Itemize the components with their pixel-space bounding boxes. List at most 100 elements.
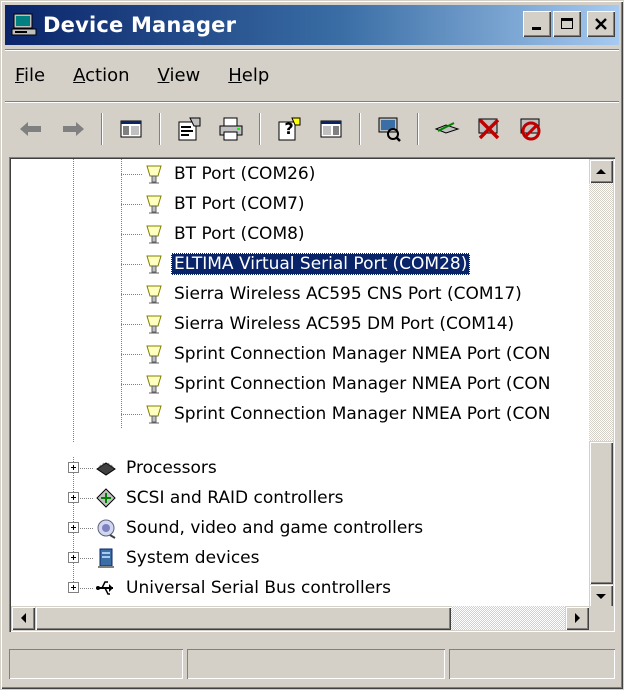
print-button[interactable] xyxy=(215,113,247,145)
uninstall-icon xyxy=(478,118,500,140)
tree-category-scsi[interactable]: SCSI and RAID controllers xyxy=(95,483,346,513)
port-label: Sprint Connection Manager NMEA Port (CON xyxy=(174,374,551,394)
port-label: BT Port (COM26) xyxy=(174,164,316,184)
back-button[interactable] xyxy=(15,113,47,145)
usb-icon xyxy=(96,581,113,595)
show-hide-console-tree-button[interactable] xyxy=(115,113,147,145)
arrow-up-icon xyxy=(596,168,606,174)
help-icon: ? xyxy=(278,117,301,141)
tree-item-port[interactable]: Sierra Wireless AC595 DM Port (COM14) xyxy=(143,309,517,339)
port-connector-icon xyxy=(146,255,162,274)
device-tree-view[interactable]: BT Port (COM26) BT Port (COM7) BT Port (… xyxy=(9,157,615,632)
menu-bar: File Action View Help xyxy=(5,53,619,97)
scroll-left-button[interactable] xyxy=(11,606,35,630)
tree-item-port[interactable]: BT Port (COM7) xyxy=(143,189,308,219)
properties-icon xyxy=(178,117,201,141)
category-label: SCSI and RAID controllers xyxy=(126,488,344,508)
port-label: Sprint Connection Manager NMEA Port (CON xyxy=(174,404,551,424)
update-driver-button[interactable] xyxy=(431,113,463,145)
help-button[interactable]: ? xyxy=(273,113,305,145)
expand-system-devices-button[interactable] xyxy=(68,552,79,563)
tree-content: BT Port (COM26) BT Port (COM7) BT Port (… xyxy=(11,159,589,608)
disable-device-icon xyxy=(520,118,541,141)
device-manager-window: Device Manager File Action View Help ? B… xyxy=(0,0,624,690)
scan-hardware-changes-icon xyxy=(378,117,401,142)
expand-scsi-button[interactable] xyxy=(68,492,79,503)
tree-category-system-devices[interactable]: System devices xyxy=(95,543,263,573)
scan-hardware-changes-button[interactable] xyxy=(373,113,405,145)
forward-button[interactable] xyxy=(57,113,89,145)
status-pane-1 xyxy=(9,649,183,679)
menu-help[interactable]: Help xyxy=(214,65,283,86)
category-label: System devices xyxy=(126,548,260,568)
svg-text:?: ? xyxy=(284,119,293,138)
tree-item-port[interactable]: BT Port (COM8) xyxy=(143,219,308,249)
port-label: Sprint Connection Manager NMEA Port (CON xyxy=(174,344,551,364)
tree-item-port[interactable]: Sierra Wireless AC595 CNS Port (COM17) xyxy=(143,279,525,309)
port-connector-icon xyxy=(146,345,162,364)
port-label: BT Port (COM7) xyxy=(174,194,305,214)
port-connector-icon xyxy=(146,285,162,304)
status-bar xyxy=(5,645,619,683)
vertical-scrollbar[interactable] xyxy=(589,159,613,608)
close-icon xyxy=(595,18,607,30)
toolbar: ? xyxy=(5,105,619,153)
tree-category-sound[interactable]: Sound, video and game controllers xyxy=(95,513,426,543)
forward-arrow-icon xyxy=(63,122,84,136)
port-connector-icon xyxy=(146,315,162,334)
horizontal-scroll-thumb[interactable] xyxy=(35,606,451,630)
port-connector-icon xyxy=(146,165,162,184)
port-label: Sierra Wireless AC595 CNS Port (COM17) xyxy=(174,284,522,304)
speaker-icon xyxy=(97,519,116,539)
uninstall-button[interactable] xyxy=(473,113,505,145)
expand-usb-button[interactable] xyxy=(68,582,79,593)
tree-item-port[interactable]: BT Port (COM26) xyxy=(143,159,318,189)
port-connector-icon xyxy=(146,195,162,214)
tree-item-port[interactable]: Sprint Connection Manager NMEA Port (CON xyxy=(143,399,554,429)
computer-icon xyxy=(11,12,37,38)
port-label: ELTIMA Virtual Serial Port (COM28) xyxy=(171,253,471,275)
category-label: Universal Serial Bus controllers xyxy=(126,578,392,598)
tree-item-port[interactable]: Sprint Connection Manager NMEA Port (CON xyxy=(143,369,554,399)
close-button[interactable] xyxy=(587,11,615,37)
port-label: BT Port (COM8) xyxy=(174,224,305,244)
disable-device-button[interactable] xyxy=(515,113,547,145)
scroll-right-button[interactable] xyxy=(565,606,589,630)
tree-category-processors[interactable]: Processors xyxy=(95,453,220,483)
expand-processors-button[interactable] xyxy=(68,462,79,473)
show-hide-console-tree-icon xyxy=(120,120,142,138)
scrollbar-corner xyxy=(589,606,613,630)
horizontal-scrollbar[interactable] xyxy=(11,606,589,630)
tree-item-port[interactable]: Sprint Connection Manager NMEA Port (CON xyxy=(143,339,554,369)
expand-sound-button[interactable] xyxy=(68,522,79,533)
maximize-icon xyxy=(561,18,573,29)
print-icon xyxy=(219,117,243,141)
show-hide-action-pane-icon xyxy=(320,120,342,138)
scsi-icon xyxy=(96,488,116,508)
arrow-down-icon xyxy=(596,593,606,599)
port-connector-icon xyxy=(146,375,162,394)
arrow-right-icon xyxy=(574,613,580,623)
scroll-down-button[interactable] xyxy=(589,584,613,608)
tree-item-port-selected[interactable]: ELTIMA Virtual Serial Port (COM28) xyxy=(143,249,471,279)
status-pane-2 xyxy=(187,649,445,679)
category-label: Sound, video and game controllers xyxy=(126,518,424,538)
scroll-up-button[interactable] xyxy=(589,159,613,183)
port-connector-icon xyxy=(146,225,162,244)
properties-button[interactable] xyxy=(173,113,205,145)
arrow-left-icon xyxy=(20,613,26,623)
minimize-button[interactable] xyxy=(523,11,551,37)
port-connector-icon xyxy=(146,405,162,424)
title-bar[interactable]: Device Manager xyxy=(5,5,619,45)
maximize-button[interactable] xyxy=(553,11,581,37)
menu-action[interactable]: Action xyxy=(59,65,143,86)
menu-view[interactable]: View xyxy=(144,65,215,86)
system-device-icon xyxy=(98,548,114,568)
window-title: Device Manager xyxy=(43,13,237,37)
tree-category-usb[interactable]: Universal Serial Bus controllers xyxy=(95,573,394,603)
vertical-scroll-thumb[interactable] xyxy=(589,441,613,584)
menu-file[interactable]: File xyxy=(5,65,59,86)
status-pane-3 xyxy=(449,649,615,679)
update-driver-icon xyxy=(434,122,460,134)
show-hide-action-pane-button[interactable] xyxy=(315,113,347,145)
